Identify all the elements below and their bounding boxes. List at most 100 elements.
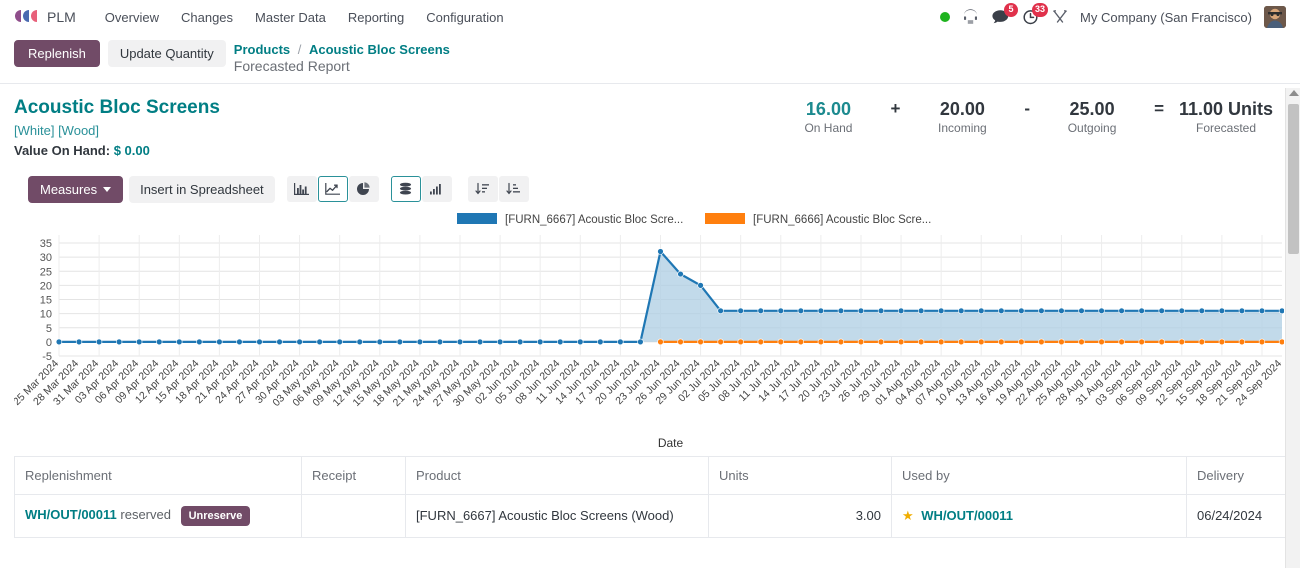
phone-icon[interactable] xyxy=(962,9,979,25)
series-point-1 xyxy=(897,338,905,345)
series-point-0 xyxy=(1018,307,1025,314)
series-point-0 xyxy=(777,307,784,314)
series-point-1 xyxy=(717,338,724,345)
menu-item-changes[interactable]: Changes xyxy=(170,4,244,31)
col-delivery[interactable]: Delivery xyxy=(1186,455,1287,495)
stat-incoming[interactable]: 20.00 Incoming xyxy=(914,98,1010,136)
update-quantity-button[interactable]: Update Quantity xyxy=(107,40,226,67)
breadcrumb-current[interactable]: Acoustic Bloc Screens xyxy=(309,42,450,57)
series-point-0 xyxy=(296,338,303,345)
activities-badge: 33 xyxy=(1032,3,1049,17)
series-point-1 xyxy=(1158,338,1165,345)
cell-receipt xyxy=(301,493,406,538)
stat-on-hand[interactable]: 16.00 On Hand xyxy=(780,98,876,136)
unreserve-button[interactable]: Unreserve xyxy=(180,505,251,526)
stat-outgoing[interactable]: 25.00 Outgoing xyxy=(1044,98,1140,136)
company-switcher[interactable]: My Company (San Francisco) xyxy=(1080,10,1252,25)
series-point-0 xyxy=(1198,307,1206,314)
series-point-0 xyxy=(1118,307,1125,314)
col-product[interactable]: Product xyxy=(405,455,709,495)
series-point-0 xyxy=(115,338,123,345)
menu-item-master-data[interactable]: Master Data xyxy=(244,4,337,31)
menu-item-configuration[interactable]: Configuration xyxy=(415,4,514,31)
brand[interactable]: PLM xyxy=(14,7,76,28)
operator-plus: + xyxy=(890,98,901,118)
value-on-hand-label: Value On Hand: xyxy=(14,142,111,158)
series-point-1 xyxy=(837,338,845,345)
replenish-button[interactable]: Replenish xyxy=(14,40,100,67)
stat-incoming-value: 20.00 xyxy=(939,98,985,119)
cell-units: 3.00 xyxy=(708,493,892,538)
series-point-0 xyxy=(797,307,805,314)
page-scrollbar[interactable] xyxy=(1285,88,1300,568)
scroll-up-arrow-icon[interactable] xyxy=(1289,90,1299,96)
messages-icon[interactable]: 5 xyxy=(991,3,1019,25)
used-by-link[interactable]: WH/OUT/00011 xyxy=(921,508,1013,523)
series-area-0 xyxy=(59,251,1282,342)
series-point-0 xyxy=(376,338,383,345)
chart-sort-group xyxy=(467,176,529,203)
replenishment-link[interactable]: WH/OUT/00011 xyxy=(25,507,117,522)
control-panel: Replenish Update Quantity Products / Aco… xyxy=(0,34,1300,84)
sort-ascending-icon[interactable] xyxy=(498,176,529,203)
star-icon[interactable]: ★ xyxy=(902,508,914,523)
stat-incoming-label: Incoming xyxy=(938,121,987,136)
forecast-chart-svg[interactable]: [FURN_6667] Acoustic Bloc Scre... [FURN_6… xyxy=(14,211,1284,453)
user-avatar[interactable] xyxy=(1264,6,1286,28)
product-title[interactable]: Acoustic Bloc Screens xyxy=(14,96,220,120)
scrollbar-thumb[interactable] xyxy=(1288,104,1299,254)
stat-on-hand-value: 16.00 xyxy=(805,98,851,119)
series-point-1 xyxy=(1278,338,1284,345)
series-point-0 xyxy=(135,338,143,345)
series-point-0 xyxy=(336,338,343,345)
sort-descending-icon[interactable] xyxy=(467,176,498,203)
series-point-0 xyxy=(256,338,263,345)
series-point-0 xyxy=(1098,307,1105,314)
col-used-by[interactable]: Used by xyxy=(891,455,1187,495)
measures-button[interactable]: Measures xyxy=(28,175,124,203)
series-point-1 xyxy=(958,338,965,345)
pie-chart-icon[interactable] xyxy=(348,176,379,203)
bar-chart-icon[interactable] xyxy=(286,176,317,203)
breadcrumb-subtitle: Forecasted Report xyxy=(233,57,350,74)
table-row[interactable]: WH/OUT/00011 reserved Unreserve [FURN_66… xyxy=(14,493,1287,538)
record-summary: Acoustic Bloc Screens [White] [Wood] Val… xyxy=(14,96,220,158)
series-point-1 xyxy=(1038,338,1045,345)
series-point-1 xyxy=(998,338,1005,345)
breadcrumb-products[interactable]: Products xyxy=(234,42,290,57)
series-point-1 xyxy=(737,338,744,345)
stat-forecasted[interactable]: 11.00 Units Forecasted xyxy=(1178,98,1274,136)
stacked-icon[interactable] xyxy=(390,176,421,203)
series-point-0 xyxy=(717,307,724,314)
value-on-hand-amount[interactable]: $ 0.00 xyxy=(114,143,150,158)
series-point-1 xyxy=(877,338,885,345)
menu-item-reporting[interactable]: Reporting xyxy=(337,4,415,31)
insert-in-spreadsheet-button[interactable]: Insert in Spreadsheet xyxy=(129,175,275,203)
series-point-0 xyxy=(897,307,905,314)
series-point-1 xyxy=(1178,338,1185,345)
product-variant[interactable]: [White] [Wood] xyxy=(14,123,220,138)
y-tick-label: 25 xyxy=(40,266,52,278)
y-tick-label: 30 xyxy=(40,252,52,264)
series-point-0 xyxy=(236,338,243,345)
series-point-0 xyxy=(316,338,323,345)
line-chart-icon[interactable] xyxy=(317,176,348,203)
messages-badge: 5 xyxy=(1004,3,1019,17)
ascending-bars-icon[interactable] xyxy=(421,176,452,203)
col-units[interactable]: Units xyxy=(708,455,892,495)
series-point-1 xyxy=(1138,338,1145,345)
menu-item-overview[interactable]: Overview xyxy=(94,4,170,31)
series-point-0 xyxy=(436,338,444,345)
series-point-0 xyxy=(356,338,363,345)
series-point-1 xyxy=(1218,338,1226,345)
col-replenishment[interactable]: Replenishment xyxy=(14,455,302,495)
settings-tools-icon[interactable] xyxy=(1052,9,1068,25)
series-point-0 xyxy=(496,338,504,345)
series-point-0 xyxy=(1258,307,1266,314)
activities-clock-icon[interactable]: 33 xyxy=(1022,3,1049,25)
series-point-1 xyxy=(1018,338,1025,345)
series-point-0 xyxy=(697,281,704,289)
col-receipt[interactable]: Receipt xyxy=(301,455,406,495)
forecast-chart[interactable]: [FURN_6667] Acoustic Bloc Scre... [FURN_6… xyxy=(14,211,1286,456)
series-point-0 xyxy=(536,338,544,345)
